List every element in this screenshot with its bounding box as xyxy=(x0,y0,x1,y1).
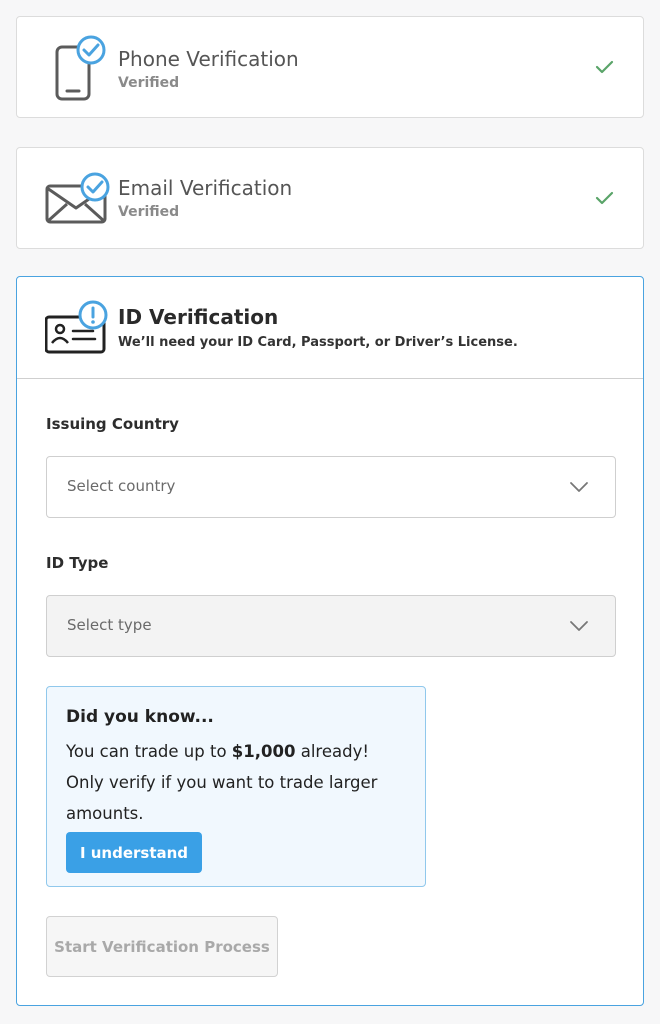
issuing-country-placeholder: Select country xyxy=(67,477,176,495)
email-verification-card[interactable]: Email Verification Verified xyxy=(16,147,644,249)
id-verification-title: ID Verification xyxy=(118,305,279,329)
email-verification-header: Email Verification Verified xyxy=(17,148,643,248)
info-prefix: You can trade up to xyxy=(66,742,232,761)
email-verification-title: Email Verification xyxy=(118,176,293,200)
id-verification-card: ID Verification We’ll need your ID Card,… xyxy=(16,276,644,1006)
check-icon xyxy=(593,57,617,77)
id-verification-subtitle: We’ll need your ID Card, Passport, or Dr… xyxy=(118,335,518,350)
phone-verification-title: Phone Verification xyxy=(118,47,299,71)
email-verification-status: Verified xyxy=(118,204,180,220)
issuing-country-label: Issuing Country xyxy=(46,415,179,433)
id-verification-header: ID Verification We’ll need your ID Card,… xyxy=(17,277,643,379)
info-amount: $1,000 xyxy=(231,742,296,761)
issuing-country-select[interactable]: Select country xyxy=(46,456,616,518)
phone-verification-card[interactable]: Phone Verification Verified xyxy=(16,16,644,118)
verified-badge-icon xyxy=(80,172,110,202)
i-understand-button[interactable]: I understand xyxy=(66,832,202,873)
phone-verification-header: Phone Verification Verified xyxy=(17,17,643,117)
phone-icon xyxy=(45,33,125,103)
did-you-know-body: You can trade up to $1,000 already! Only… xyxy=(66,736,406,829)
id-type-placeholder: Select type xyxy=(67,616,152,634)
id-type-select[interactable]: Select type xyxy=(46,595,616,657)
did-you-know-title: Did you know... xyxy=(66,707,214,727)
did-you-know-box: Did you know... You can trade up to $1,0… xyxy=(46,686,426,887)
alert-badge-icon xyxy=(78,300,108,330)
start-verification-button[interactable]: Start Verification Process xyxy=(46,916,278,977)
id-type-label: ID Type xyxy=(46,554,109,572)
chevron-down-icon xyxy=(569,618,589,632)
chevron-down-icon xyxy=(569,479,589,493)
email-icon xyxy=(45,164,125,234)
verified-badge-icon xyxy=(76,35,106,65)
phone-verification-status: Verified xyxy=(118,75,180,91)
id-card-icon xyxy=(44,295,125,365)
check-icon xyxy=(593,188,617,208)
